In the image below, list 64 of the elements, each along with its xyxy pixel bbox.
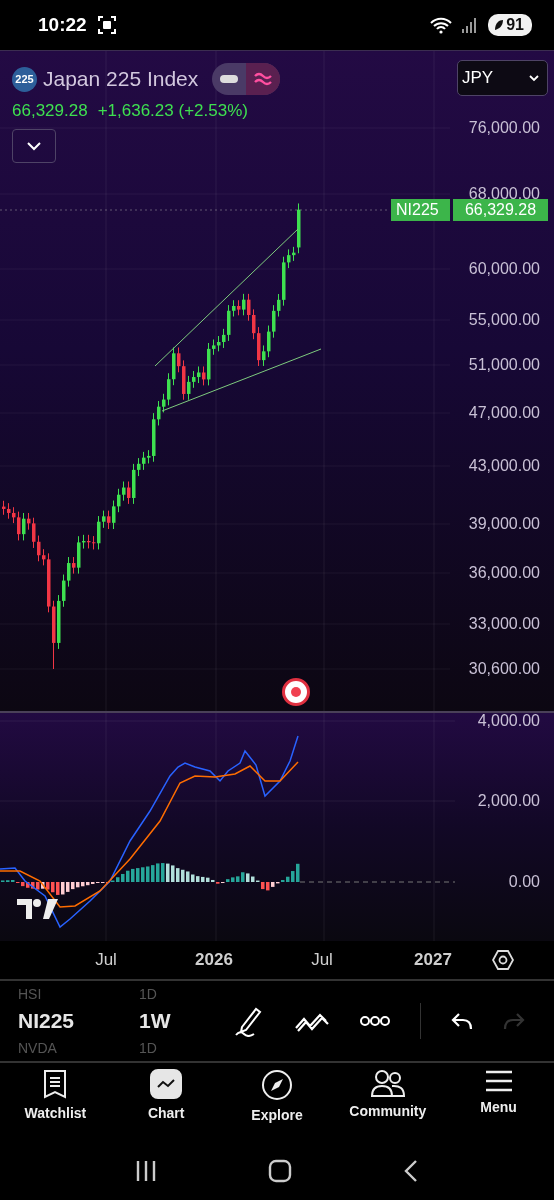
undo-icon <box>451 1012 473 1030</box>
price-axis-label: 47,000.00 <box>468 404 540 422</box>
people-icon <box>370 1069 405 1097</box>
indicator-axis-label: 4,000.00 <box>477 712 540 730</box>
tab-button[interactable]: Watchlist <box>0 1063 111 1138</box>
price-tag-value: 66,329.28 <box>453 199 548 221</box>
wifi-icon <box>430 16 453 34</box>
price-axis-label: 33,000.00 <box>468 615 540 633</box>
minus-icon <box>220 75 239 83</box>
interval-option[interactable]: 1W <box>139 1009 199 1033</box>
time-axis-label: 2027 <box>414 950 452 970</box>
price-axis-label: 36,000.00 <box>468 564 540 582</box>
tab-button[interactable]: Menu <box>443 1063 554 1138</box>
collapse-button[interactable] <box>12 129 56 163</box>
indicator-axis-label: 2,000.00 <box>477 792 540 810</box>
recents-icon[interactable] <box>135 1158 158 1183</box>
battery-level: 91 <box>506 16 524 34</box>
chart-style-option[interactable] <box>246 63 281 95</box>
price-change: +1,636.23 (+2.53%) <box>97 101 248 121</box>
menu-icon <box>484 1069 513 1093</box>
screenshot-icon <box>96 15 117 35</box>
tab-button[interactable]: Chart <box>110 1063 222 1138</box>
line-chart-icon <box>150 1069 183 1099</box>
price-axis-label: 39,000.00 <box>468 515 540 533</box>
record-button[interactable] <box>282 678 310 706</box>
redo-icon <box>503 1012 525 1030</box>
back-icon[interactable] <box>402 1158 419 1183</box>
price-axis-label: 55,000.00 <box>468 311 540 329</box>
time-axis-label: Jul <box>311 950 333 970</box>
symbol-name: Japan 225 Index <box>43 67 199 91</box>
more-button[interactable] <box>360 1015 390 1027</box>
signal-icon <box>462 17 479 33</box>
home-icon[interactable] <box>268 1158 292 1183</box>
chevron-down-icon <box>26 141 42 151</box>
settings-icon[interactable] <box>492 949 514 971</box>
last-price: 66,329.28 <box>12 101 88 121</box>
undo-button[interactable] <box>451 1012 473 1030</box>
symbol-option[interactable]: NI225 <box>18 1009 139 1033</box>
trend-line[interactable] <box>161 348 322 412</box>
clock-time: 10:22 <box>38 14 87 36</box>
indicator-axis-label: 0.00 <box>508 873 540 891</box>
draw-button[interactable] <box>234 1005 264 1037</box>
wave-icon <box>253 71 274 87</box>
caret-icon <box>529 74 539 82</box>
trend-line[interactable] <box>154 228 299 367</box>
bookmark-list-icon <box>42 1069 69 1099</box>
pencil-icon <box>234 1005 264 1037</box>
currency-label: JPY <box>462 68 494 88</box>
currency-dropdown[interactable]: JPY <box>457 60 548 96</box>
price-axis-label: 30,600.00 <box>468 660 540 678</box>
time-axis-label: Jul <box>95 950 117 970</box>
time-axis-label: 2026 <box>195 950 233 970</box>
tab-button[interactable]: Community <box>332 1063 444 1138</box>
symbol-logo: 225 <box>12 66 37 92</box>
price-tag-symbol: NI225 <box>391 199 450 221</box>
more-icon <box>360 1015 390 1027</box>
compass-icon <box>261 1069 293 1101</box>
price-axis-label: 51,000.00 <box>468 356 540 374</box>
leaf-icon <box>494 19 505 31</box>
price-axis-label: 43,000.00 <box>468 457 540 475</box>
tab-button[interactable]: Explore <box>221 1063 333 1138</box>
price-axis-label: 60,000.00 <box>468 260 540 278</box>
price-axis-label: 76,000.00 <box>468 119 540 137</box>
logo-icon <box>17 899 58 919</box>
